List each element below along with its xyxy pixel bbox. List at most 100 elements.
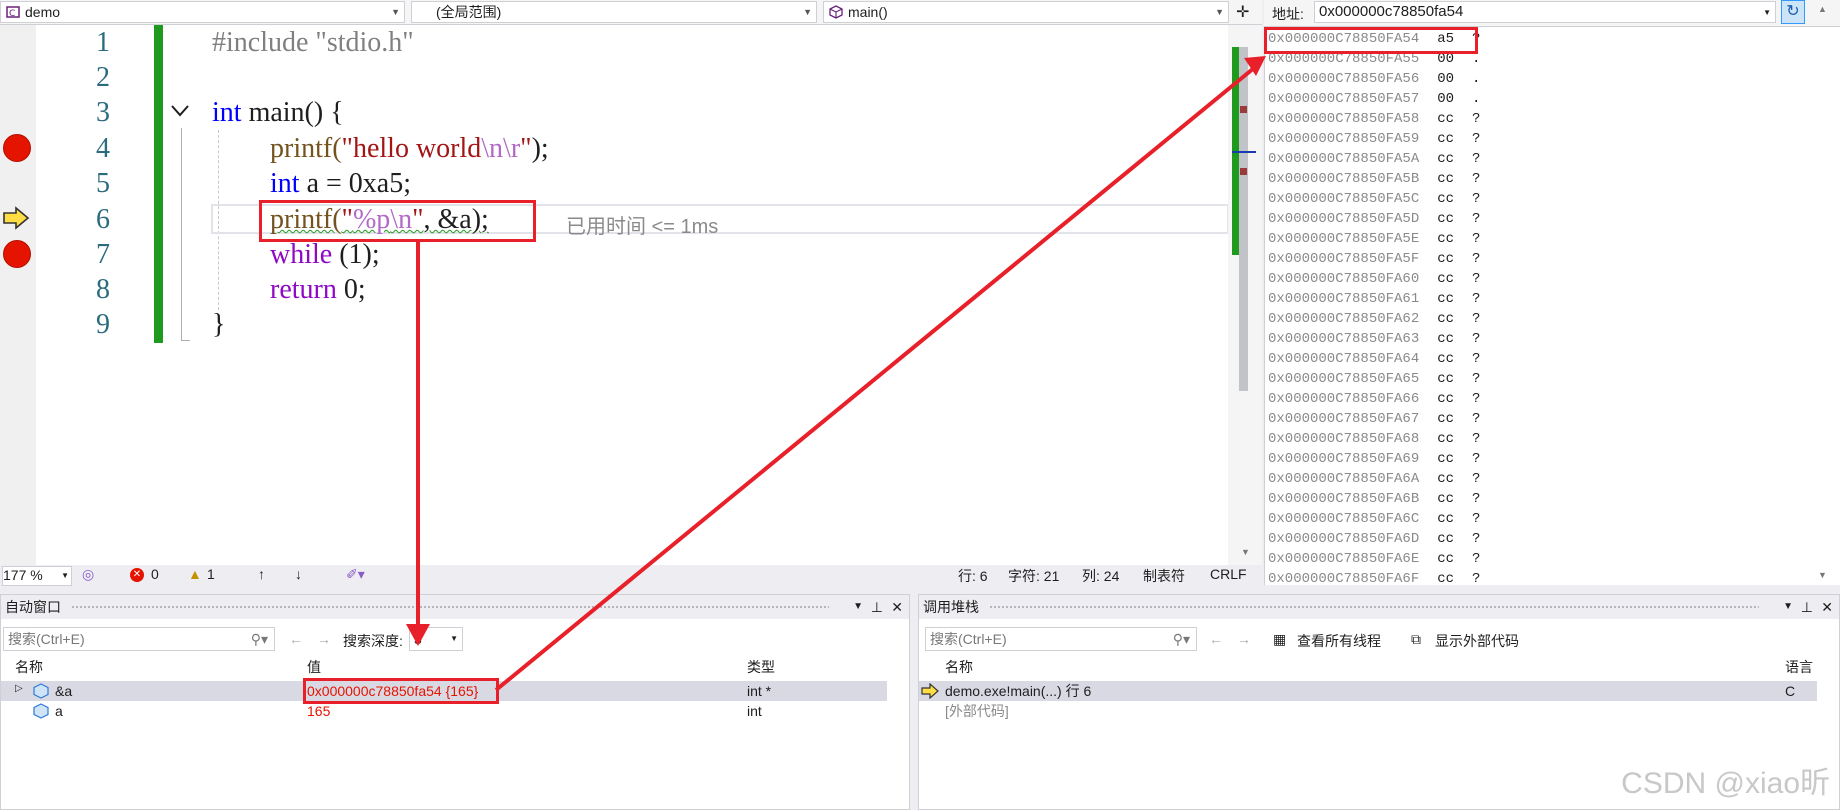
search-depth-dropdown[interactable]: 3 ▼ <box>409 627 463 651</box>
column-header-type[interactable]: 类型 <box>747 657 775 677</box>
editor-vertical-scrollbar[interactable]: ▼ <box>1228 25 1262 565</box>
chevron-down-icon[interactable]: ▼ <box>1763 3 1771 23</box>
project-dropdown[interactable]: C demo ▼ <box>0 1 405 23</box>
memory-byte[interactable]: cc <box>1437 391 1454 407</box>
pin-icon[interactable]: ⊥ <box>1801 595 1813 619</box>
chevron-down-icon[interactable]: ▼ <box>391 2 400 22</box>
view-all-threads-button[interactable]: 查看所有线程 <box>1297 631 1381 651</box>
memory-row[interactable]: 0x000000C78850FA5F cc? <box>1268 251 1480 267</box>
brush-icon[interactable]: ✐▾ <box>346 566 365 583</box>
memory-row[interactable]: 0x000000C78850FA56 00. <box>1268 71 1480 87</box>
chevron-down-icon[interactable]: ▼ <box>1215 2 1224 22</box>
memory-byte[interactable]: cc <box>1437 511 1454 527</box>
address-input[interactable]: 0x000000c78850fa54 ▼ <box>1314 1 1776 23</box>
split-window-icon[interactable]: ✛ <box>1236 2 1249 22</box>
breakpoint-icon[interactable] <box>3 240 31 268</box>
memory-row[interactable]: 0x000000C78850FA67 cc? <box>1268 411 1480 427</box>
stack-frame[interactable]: [外部代码] <box>945 701 1009 721</box>
memory-byte[interactable]: cc <box>1437 451 1454 467</box>
memory-row[interactable]: 0x000000C78850FA58 cc? <box>1268 111 1480 127</box>
autos-search-input[interactable]: 搜索(Ctrl+E) ⚲▾ <box>3 627 275 651</box>
breakpoint-icon[interactable] <box>3 134 31 162</box>
scrollbar-thumb[interactable] <box>1239 47 1248 391</box>
memory-row[interactable]: 0x000000C78850FA5A cc? <box>1268 151 1480 167</box>
memory-byte[interactable]: cc <box>1437 551 1454 567</box>
column-header-name[interactable]: 名称 <box>15 657 43 677</box>
memory-row[interactable]: 0x000000C78850FA5D cc? <box>1268 211 1480 227</box>
memory-row[interactable]: 0x000000C78850FA65 cc? <box>1268 371 1480 387</box>
memory-row[interactable]: 0x000000C78850FA61 cc? <box>1268 291 1480 307</box>
column-header-value[interactable]: 值 <box>307 657 321 677</box>
stack-frame[interactable]: demo.exe!main(...) 行 6 <box>945 681 1091 701</box>
chevron-down-icon[interactable]: ▼ <box>803 2 812 22</box>
scope-dropdown[interactable]: (全局范围) ▼ <box>411 1 817 23</box>
memory-row[interactable]: 0x000000C78850FA63 cc? <box>1268 331 1480 347</box>
memory-byte[interactable]: cc <box>1437 311 1454 327</box>
close-icon[interactable]: ✕ <box>891 595 903 619</box>
memory-row[interactable]: 0x000000C78850FA60 cc? <box>1268 271 1480 287</box>
external-code-icon[interactable]: ⧉ <box>1411 631 1421 648</box>
memory-byte[interactable]: cc <box>1437 291 1454 307</box>
chevron-down-icon[interactable]: ▼ <box>61 571 69 580</box>
memory-byte[interactable]: cc <box>1437 211 1454 227</box>
memory-byte[interactable]: cc <box>1437 271 1454 287</box>
refresh-icon[interactable]: ↻ <box>1781 0 1805 24</box>
back-icon[interactable]: ← <box>1209 631 1223 647</box>
chevron-down-icon[interactable]: ▼ <box>450 628 458 650</box>
forward-icon[interactable]: → <box>317 631 331 647</box>
memory-row[interactable]: 0x000000C78850FA59 cc? <box>1268 131 1480 147</box>
memory-row[interactable]: 0x000000C78850FA57 00. <box>1268 91 1480 107</box>
memory-row[interactable]: 0x000000C78850FA66 cc? <box>1268 391 1480 407</box>
warning-count[interactable]: 1 <box>207 566 215 582</box>
memory-byte[interactable]: cc <box>1437 431 1454 447</box>
arrow-up-icon[interactable]: ↑ <box>258 566 265 582</box>
memory-byte[interactable]: cc <box>1437 151 1454 167</box>
error-count[interactable]: 0 <box>151 566 159 582</box>
memory-byte[interactable]: 00 <box>1437 71 1454 87</box>
memory-row[interactable]: 0x000000C78850FA5C cc? <box>1268 191 1480 207</box>
memory-row[interactable]: 0x000000C78850FA6F cc? <box>1268 571 1480 587</box>
memory-byte[interactable]: cc <box>1437 331 1454 347</box>
memory-byte[interactable]: cc <box>1437 251 1454 267</box>
pin-icon[interactable]: ⊥ <box>871 595 883 619</box>
threads-icon[interactable]: ▦ <box>1273 631 1286 648</box>
memory-byte[interactable]: cc <box>1437 171 1454 187</box>
perf-tip[interactable]: 已用时间 <= 1ms <box>566 210 718 239</box>
variable-value[interactable]: 165 <box>307 701 330 721</box>
forward-icon[interactable]: → <box>1237 631 1251 647</box>
chevron-down-icon[interactable]: ▼ <box>1783 595 1793 619</box>
memory-byte[interactable]: cc <box>1437 191 1454 207</box>
collapse-chevron-icon[interactable] <box>170 104 190 118</box>
memory-row[interactable]: 0x000000C78850FA69 cc? <box>1268 451 1480 467</box>
memory-byte[interactable]: cc <box>1437 571 1454 587</box>
memory-byte[interactable]: cc <box>1437 471 1454 487</box>
scroll-down-icon[interactable]: ▼ <box>1818 570 1827 580</box>
scroll-up-icon[interactable]: ▲ <box>1818 4 1827 14</box>
column-header-language[interactable]: 语言 <box>1785 657 1813 677</box>
eol-indicator[interactable]: CRLF <box>1210 566 1247 582</box>
memory-byte[interactable]: cc <box>1437 371 1454 387</box>
memory-row[interactable]: 0x000000C78850FA5E cc? <box>1268 231 1480 247</box>
back-icon[interactable]: ← <box>289 631 303 647</box>
memory-byte[interactable]: 00 <box>1437 91 1454 107</box>
memory-byte[interactable]: cc <box>1437 531 1454 547</box>
tab-indicator[interactable]: 制表符 <box>1143 566 1185 586</box>
expand-arrow-icon[interactable]: ▷ <box>15 683 23 694</box>
function-dropdown[interactable]: main() ▼ <box>823 1 1229 23</box>
memory-byte[interactable]: cc <box>1437 131 1454 147</box>
memory-row[interactable]: 0x000000C78850FA6C cc? <box>1268 511 1480 527</box>
copilot-icon[interactable]: ◎ <box>82 566 94 583</box>
scroll-down-icon[interactable]: ▼ <box>1241 547 1250 557</box>
memory-row[interactable]: 0x000000C78850FA6D cc? <box>1268 531 1480 547</box>
memory-row[interactable]: 0x000000C78850FA5B cc? <box>1268 171 1480 187</box>
memory-row[interactable]: 0x000000C78850FA68 cc? <box>1268 431 1480 447</box>
call-stack-search-input[interactable]: 搜索(Ctrl+E) ⚲▾ <box>925 627 1197 651</box>
glyph-margin[interactable] <box>0 25 36 565</box>
search-icon[interactable]: ⚲▾ <box>1173 628 1190 650</box>
memory-byte[interactable]: cc <box>1437 111 1454 127</box>
memory-row[interactable]: 0x000000C78850FA6E cc? <box>1268 551 1480 567</box>
arrow-down-icon[interactable]: ↓ <box>295 566 302 582</box>
close-icon[interactable]: ✕ <box>1821 595 1833 619</box>
memory-row[interactable]: 0x000000C78850FA62 cc? <box>1268 311 1480 327</box>
memory-byte[interactable]: cc <box>1437 491 1454 507</box>
